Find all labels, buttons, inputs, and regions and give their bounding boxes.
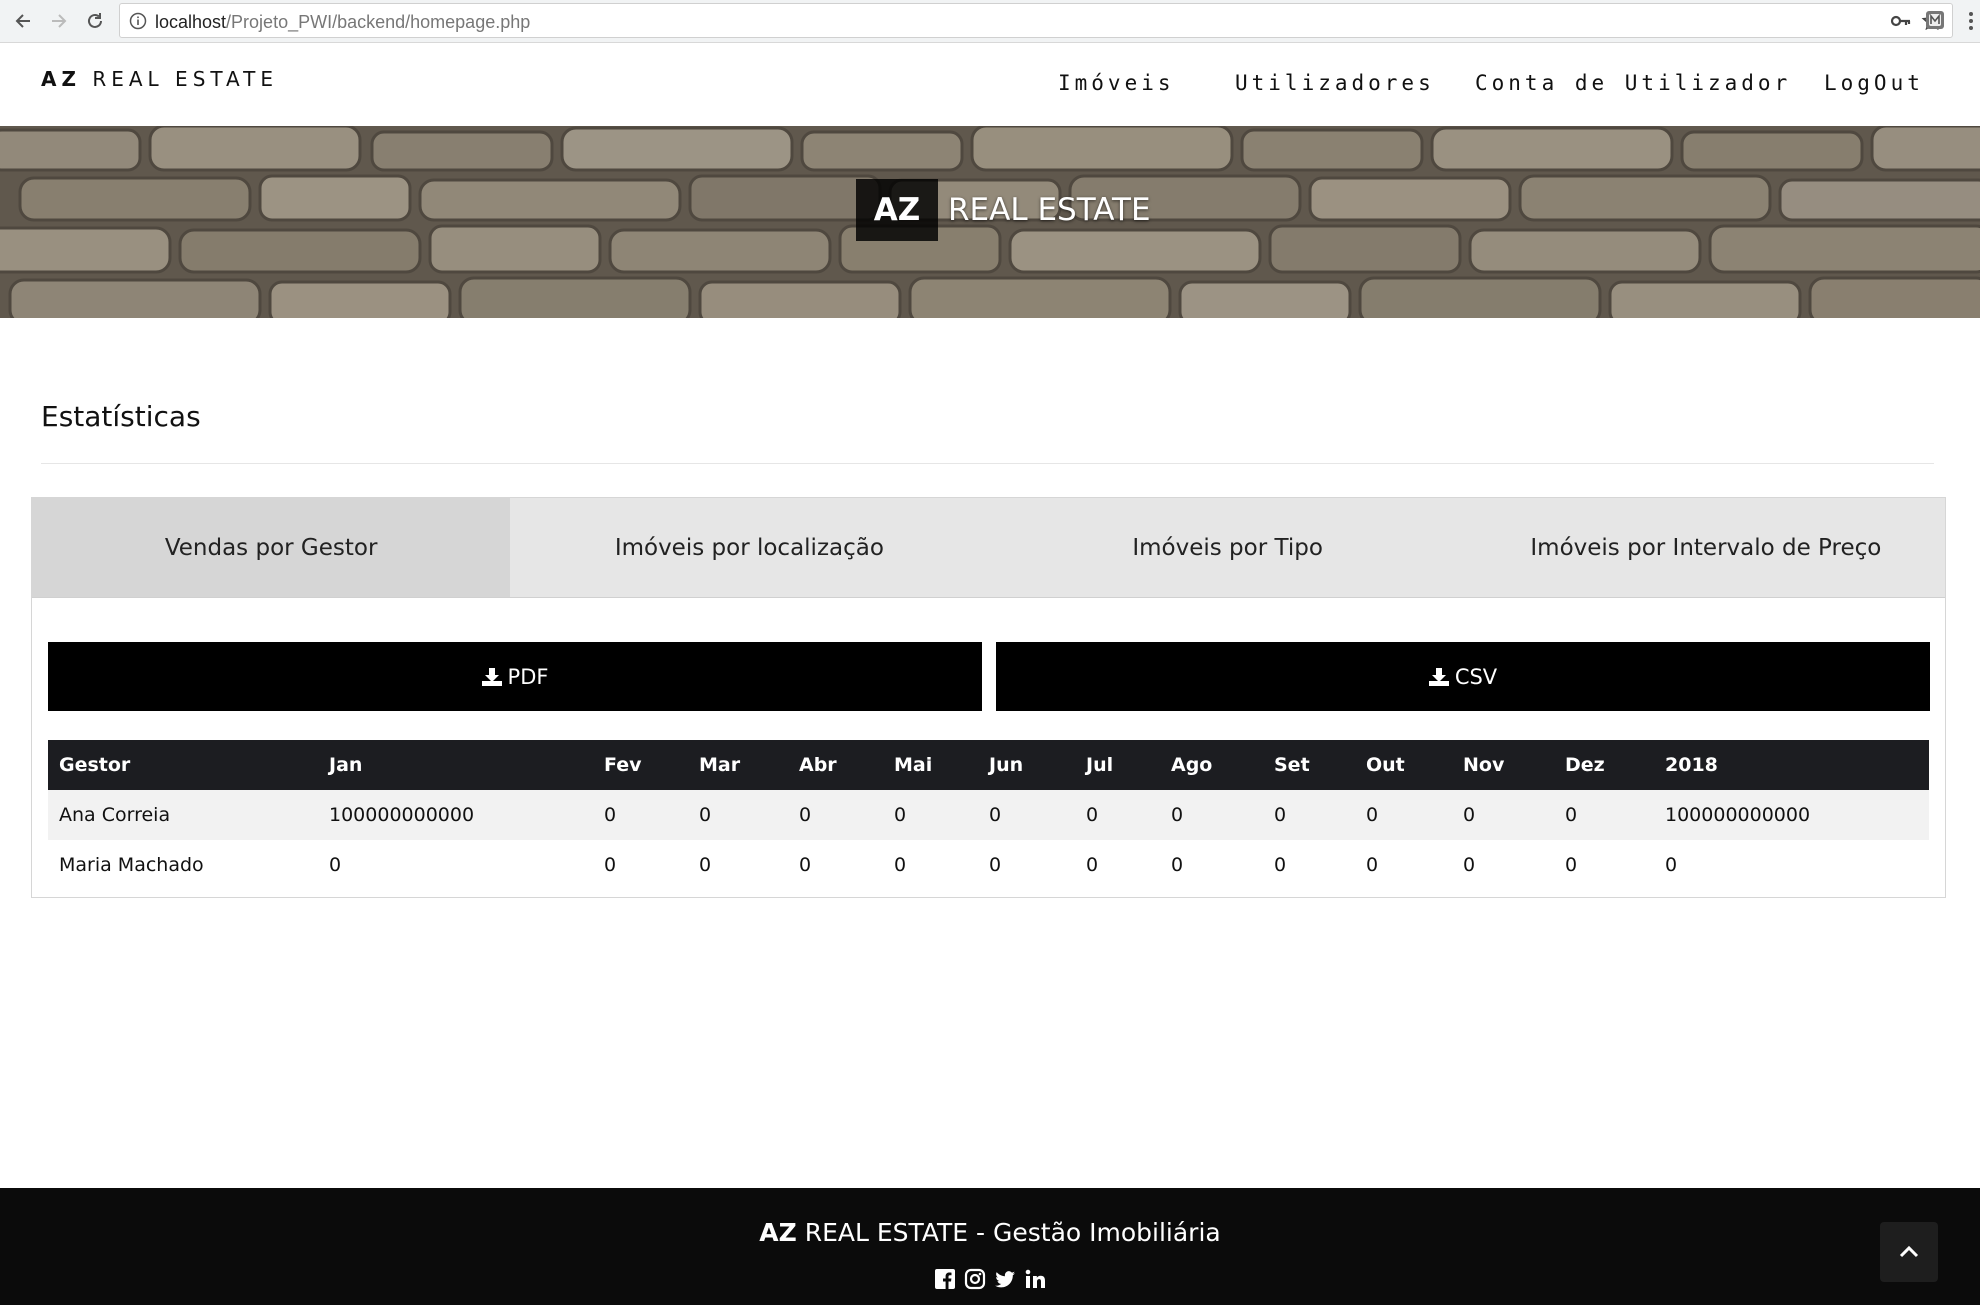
table-row: Ana Correia 100000000000 0 0 0 0 0 0 0 0…: [48, 790, 1929, 840]
statistics-panel: Vendas por Gestor Imóveis por localizaçã…: [31, 497, 1946, 898]
table-cell: 0: [1355, 790, 1452, 840]
column-header: Jan: [318, 740, 593, 790]
facebook-icon[interactable]: [934, 1268, 956, 1290]
key-icon[interactable]: [1890, 11, 1912, 31]
hero-brand-text: REAL ESTATE: [948, 192, 1151, 228]
export-pdf-button[interactable]: PDF: [48, 642, 982, 711]
table-cell: 0: [1263, 790, 1355, 840]
column-header: 2018: [1654, 740, 1929, 790]
social-links: [934, 1268, 1046, 1290]
column-header: Mar: [688, 740, 788, 790]
table-cell: 0: [688, 790, 788, 840]
table-cell: 0: [1452, 790, 1554, 840]
table-cell: 0: [1463, 854, 1476, 876]
column-header: Dez: [1554, 740, 1654, 790]
footer-brand: AZ REAL ESTATE - Gestão Imobiliária: [759, 1218, 1221, 1247]
table-header-row: Gestor Jan Fev Mar Abr Mai Jun Jul Ago S…: [48, 740, 1929, 790]
hero-brand: AZ REAL ESTATE: [856, 178, 1151, 242]
nav-utilizadores[interactable]: Utilizadores: [1235, 71, 1435, 95]
linkedin-icon[interactable]: [1024, 1268, 1046, 1290]
export-csv-label: CSV: [1454, 664, 1498, 689]
table-cell: 0: [604, 854, 617, 876]
column-header: Jun: [978, 740, 1075, 790]
scroll-to-top-button[interactable]: [1880, 1222, 1938, 1282]
download-icon: [1428, 667, 1449, 686]
table-cell: 100000000000: [318, 790, 593, 840]
table-cell: 0: [1171, 854, 1184, 876]
table-cell: 0: [1554, 790, 1654, 840]
sales-by-manager-table: Gestor Jan Fev Mar Abr Mai Jun Jul Ago S…: [48, 740, 1929, 890]
table-cell: 0: [1086, 854, 1099, 876]
browser-toolbar: localhost/Projeto_PWI/backend/homepage.p…: [0, 0, 1980, 43]
export-pdf-label: PDF: [507, 664, 549, 689]
table-cell: 0: [593, 790, 688, 840]
table-cell: 0: [1665, 854, 1678, 876]
url-text: localhost/Projeto_PWI/backend/homepage.p…: [155, 12, 531, 32]
table-cell: 0: [989, 854, 1002, 876]
table-row: Maria Machado 0 0 0 0 0 0 0 0 0 0 0 0 0: [48, 840, 1929, 890]
twitter-icon[interactable]: [994, 1268, 1016, 1290]
export-csv-button[interactable]: CSV: [996, 642, 1930, 711]
tab-imoveis-por-localizacao[interactable]: Imóveis por localização: [510, 498, 988, 597]
tab-imoveis-por-tipo[interactable]: Imóveis por Tipo: [989, 498, 1467, 597]
table-cell: 0: [799, 854, 812, 876]
column-header: Ago: [1160, 740, 1263, 790]
column-header: Gestor: [48, 740, 318, 790]
column-header: Set: [1263, 740, 1355, 790]
column-header: Fev: [593, 740, 688, 790]
table-cell: 0: [894, 854, 907, 876]
nav-imoveis[interactable]: Imóveis: [1058, 71, 1175, 95]
info-icon[interactable]: [129, 12, 147, 30]
table-cell: 0: [1075, 790, 1160, 840]
browser-menu-icon[interactable]: [1966, 9, 1976, 33]
column-header: Nov: [1452, 740, 1554, 790]
site-header: AZ REAL ESTATE Imóveis Utilizadores Cont…: [0, 43, 1980, 126]
forward-icon[interactable]: [45, 7, 73, 35]
table-cell: Ana Correia: [48, 790, 318, 840]
table-cell: 0: [699, 854, 712, 876]
table-cell: 0: [978, 790, 1075, 840]
site-logo[interactable]: AZ REAL ESTATE: [41, 67, 278, 91]
table-cell: 0: [1274, 854, 1287, 876]
reload-icon[interactable]: [81, 7, 109, 35]
statistics-tabs: Vendas por Gestor Imóveis por localizaçã…: [32, 498, 1945, 598]
table-cell: 0: [1366, 854, 1379, 876]
table-cell: Maria Machado: [59, 854, 204, 876]
site-footer: AZ REAL ESTATE - Gestão Imobiliária: [0, 1188, 1980, 1305]
address-bar[interactable]: localhost/Projeto_PWI/backend/homepage.p…: [119, 3, 1953, 38]
table-cell: 0: [329, 854, 342, 876]
column-header: Mai: [883, 740, 978, 790]
column-header: Out: [1355, 740, 1452, 790]
download-icon: [481, 667, 502, 686]
tab-vendas-por-gestor[interactable]: Vendas por Gestor: [32, 498, 511, 597]
column-header: Abr: [788, 740, 883, 790]
table-cell: 0: [788, 790, 883, 840]
back-icon[interactable]: [9, 7, 37, 35]
column-header: Jul: [1075, 740, 1160, 790]
section-divider: [41, 463, 1934, 464]
table-cell: 0: [1565, 854, 1578, 876]
table-cell: 100000000000: [1654, 790, 1929, 840]
nav-conta-de-utilizador[interactable]: Conta de Utilizador: [1475, 71, 1791, 95]
table-cell: 0: [1160, 790, 1263, 840]
hero-banner: AZ REAL ESTATE: [0, 126, 1980, 318]
table-cell: 0: [883, 790, 978, 840]
page-title: Estatísticas: [41, 400, 201, 433]
chevron-up-icon: [1899, 1245, 1919, 1258]
tab-imoveis-por-intervalo-de-preco[interactable]: Imóveis por Intervalo de Preço: [1467, 498, 1945, 597]
extension-icon[interactable]: [1924, 9, 1946, 31]
hero-brand-az: AZ: [856, 179, 938, 241]
instagram-icon[interactable]: [964, 1268, 986, 1290]
nav-logout[interactable]: LogOut: [1824, 71, 1924, 95]
